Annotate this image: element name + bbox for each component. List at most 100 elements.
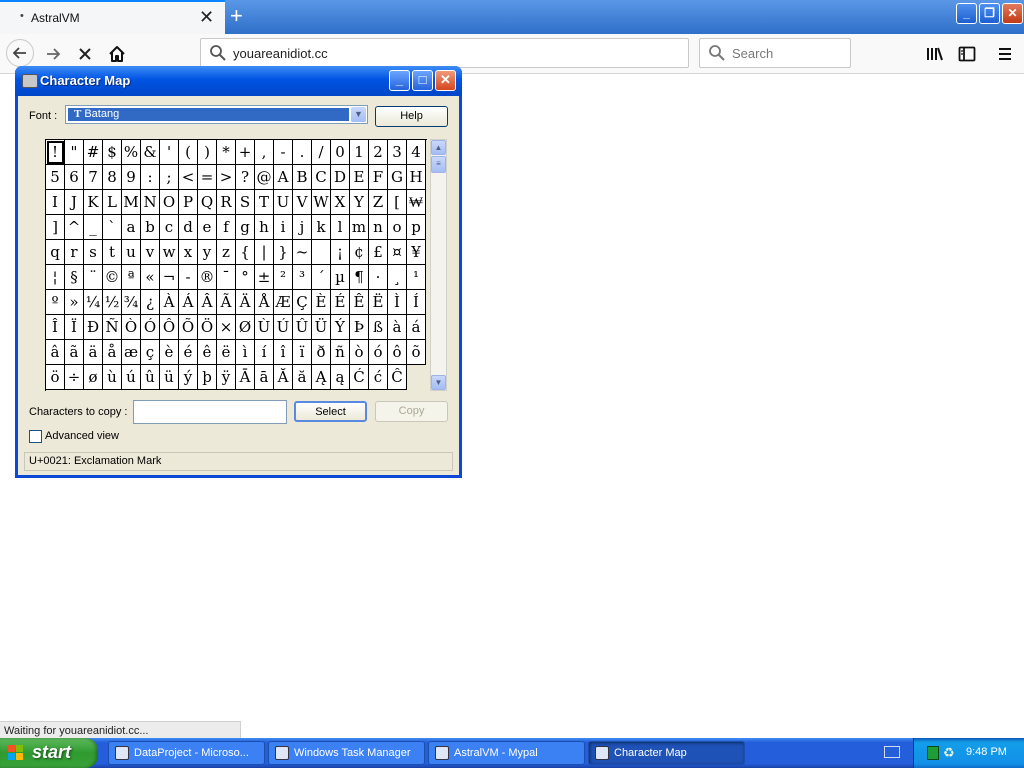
char-cell[interactable]: / <box>312 140 331 165</box>
char-cell[interactable]: ý <box>179 365 198 390</box>
char-cell[interactable]: à <box>388 315 407 340</box>
char-cell[interactable]: Ā <box>236 365 255 390</box>
char-cell[interactable]: t <box>103 240 122 265</box>
char-cell[interactable]: Ë <box>369 290 388 315</box>
char-cell[interactable]: Ä <box>236 290 255 315</box>
char-cell[interactable]: õ <box>407 340 426 365</box>
char-cell[interactable]: 9 <box>122 165 141 190</box>
char-cell[interactable]: Ì <box>388 290 407 315</box>
char-cell[interactable]: Ą <box>312 365 331 390</box>
char-cell[interactable]: V <box>293 190 312 215</box>
network-icon[interactable] <box>927 746 939 760</box>
char-cell[interactable]: r <box>65 240 84 265</box>
char-cell[interactable]: ê <box>198 340 217 365</box>
char-cell[interactable]: # <box>84 140 103 165</box>
char-cell[interactable]: ñ <box>331 340 350 365</box>
char-cell[interactable]: ø <box>84 365 103 390</box>
char-cell[interactable]: ÷ <box>65 365 84 390</box>
char-cell[interactable]: ² <box>274 265 293 290</box>
char-cell[interactable]: ā <box>255 365 274 390</box>
taskbar-item-astralvm[interactable]: AstralVM - Mypal <box>428 741 585 765</box>
char-cell[interactable]: n <box>369 215 388 240</box>
char-cell[interactable]: Ç <box>293 290 312 315</box>
char-cell[interactable]: ¨ <box>84 265 103 290</box>
char-cell[interactable]: ă <box>293 365 312 390</box>
stop-button[interactable] <box>72 42 98 66</box>
char-cell[interactable]: e <box>198 215 217 240</box>
char-cell[interactable]: i <box>274 215 293 240</box>
char-cell[interactable]: ¢ <box>350 240 369 265</box>
char-cell[interactable]: · <box>369 265 388 290</box>
library-button[interactable] <box>922 42 948 66</box>
char-cell[interactable]: µ <box>331 265 350 290</box>
char-cell[interactable]: ¥ <box>407 240 426 265</box>
char-cell[interactable]: ¼ <box>84 290 103 315</box>
char-cell[interactable]: Ô <box>160 315 179 340</box>
help-button[interactable]: Help <box>375 106 448 127</box>
char-cell[interactable]: Æ <box>274 290 293 315</box>
char-cell[interactable]: y <box>198 240 217 265</box>
char-cell[interactable]: Ï <box>65 315 84 340</box>
char-cell[interactable]: F <box>369 165 388 190</box>
char-cell[interactable]: T <box>255 190 274 215</box>
char-cell[interactable]: I <box>46 190 65 215</box>
char-cell[interactable] <box>312 240 331 265</box>
char-cell[interactable]: J <box>65 190 84 215</box>
char-cell[interactable]: § <box>65 265 84 290</box>
char-cell[interactable]: ! <box>46 140 65 165</box>
char-cell[interactable]: æ <box>122 340 141 365</box>
char-cell[interactable]: ¶ <box>350 265 369 290</box>
char-cell[interactable]: * <box>217 140 236 165</box>
char-cell[interactable]: » <box>65 290 84 315</box>
char-cell[interactable]: u <box>122 240 141 265</box>
char-cell[interactable]: j <box>293 215 312 240</box>
char-cell[interactable]: o <box>388 215 407 240</box>
characters-to-copy-input[interactable] <box>133 400 287 424</box>
char-cell[interactable]: E <box>350 165 369 190</box>
search-bar[interactable]: Search <box>699 38 851 68</box>
advanced-view-label[interactable]: Advanced view <box>45 430 119 442</box>
char-cell[interactable]: < <box>179 165 198 190</box>
char-cell[interactable]: W <box>312 190 331 215</box>
char-cell[interactable]: O <box>160 190 179 215</box>
char-cell[interactable]: å <box>103 340 122 365</box>
char-cell[interactable]: ß <box>369 315 388 340</box>
char-cell[interactable]: Ĉ <box>388 365 407 390</box>
char-cell[interactable]: L <box>103 190 122 215</box>
char-cell[interactable]: f <box>217 215 236 240</box>
char-cell[interactable]: Ù <box>255 315 274 340</box>
char-cell[interactable]: 6 <box>65 165 84 190</box>
char-cell[interactable]: a <box>122 215 141 240</box>
char-cell[interactable]: Þ <box>350 315 369 340</box>
browser-minimize-button[interactable]: _ <box>956 3 977 24</box>
advanced-view-checkbox[interactable] <box>29 430 42 443</box>
char-cell[interactable]: @ <box>255 165 274 190</box>
select-button[interactable]: Select <box>294 401 367 422</box>
char-cell[interactable]: ë <box>217 340 236 365</box>
char-cell[interactable]: È <box>312 290 331 315</box>
menu-button[interactable] <box>992 42 1018 66</box>
char-cell[interactable]: û <box>141 365 160 390</box>
browser-close-button[interactable]: ✕ <box>1002 3 1023 24</box>
char-cell[interactable]: ç <box>141 340 160 365</box>
dropdown-arrow-icon[interactable]: ▼ <box>351 107 366 122</box>
char-cell[interactable]: _ <box>84 215 103 240</box>
char-cell[interactable]: ù <box>103 365 122 390</box>
browser-restore-button[interactable]: ❐ <box>979 3 1000 24</box>
char-cell[interactable]: , <box>255 140 274 165</box>
char-cell[interactable]: Ø <box>236 315 255 340</box>
char-cell[interactable]: Á <box>179 290 198 315</box>
char-cell[interactable]: ₩ <box>407 190 426 215</box>
char-cell[interactable]: ć <box>369 365 388 390</box>
char-cell[interactable]: Ñ <box>103 315 122 340</box>
char-cell[interactable]: ½ <box>103 290 122 315</box>
char-cell[interactable]: . <box>293 140 312 165</box>
taskbar-item-character-map[interactable]: Character Map <box>588 741 745 765</box>
char-cell[interactable]: ( <box>179 140 198 165</box>
char-cell[interactable]: £ <box>369 240 388 265</box>
char-cell[interactable]: d <box>179 215 198 240</box>
forward-button[interactable] <box>40 42 66 66</box>
char-cell[interactable]: ¸ <box>388 265 407 290</box>
char-cell[interactable]: ï <box>293 340 312 365</box>
char-cell[interactable]: Å <box>255 290 274 315</box>
